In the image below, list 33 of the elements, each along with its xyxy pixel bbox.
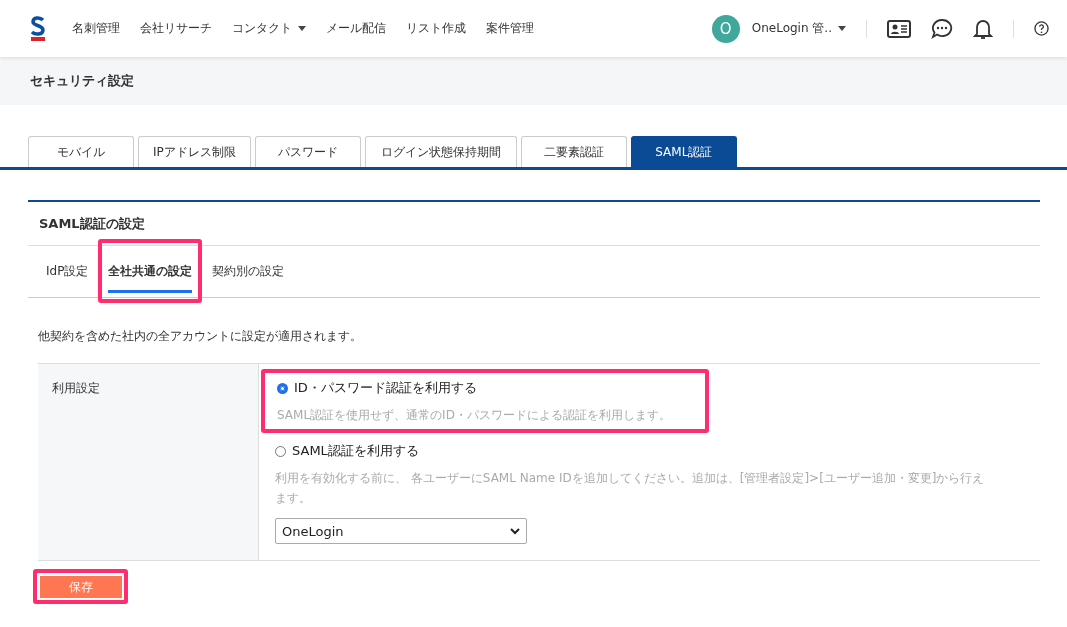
- contact-card-icon[interactable]: [887, 19, 911, 38]
- option-hint: 利用を有効化する前に、 各ユーザーにSAML Name IDを追加してください。追加は、[管理者設定]>[ユーザー追加・変更]から行えます。: [275, 470, 986, 507]
- nav-link[interactable]: 案件管理: [486, 20, 534, 37]
- caret-icon: [838, 26, 846, 31]
- setting-label: 利用設定: [52, 381, 100, 395]
- nav-link[interactable]: コンタクト: [232, 20, 306, 37]
- nav-link[interactable]: 名刺管理: [72, 20, 120, 37]
- section-title: SAML認証の設定: [28, 202, 1040, 246]
- nav-link[interactable]: リスト作成: [406, 20, 466, 37]
- page-title: セキュリティ設定: [30, 72, 134, 90]
- chat-icon[interactable]: [931, 17, 953, 40]
- nav-link[interactable]: 会社リサーチ: [140, 20, 212, 37]
- sub-tab[interactable]: 全社共通の設定: [108, 250, 193, 293]
- idp-select[interactable]: OneLogin: [275, 518, 527, 544]
- option-hint: SAML認証を使用せず、通常のID・パスワードによる認証を利用します。: [277, 407, 672, 424]
- logo-icon[interactable]: [30, 15, 46, 42]
- tab[interactable]: モバイル: [28, 136, 134, 167]
- sub-tab[interactable]: 契約別の設定: [212, 250, 285, 293]
- nav-link[interactable]: メール配信: [326, 20, 386, 37]
- tab[interactable]: IPアドレス制限: [138, 136, 251, 167]
- radio-button[interactable]: [277, 382, 288, 394]
- description-text: 他契約を含めた社内の全アカウントに設定が適用されます。: [38, 328, 363, 345]
- tab[interactable]: SAML認証: [630, 136, 737, 167]
- user-menu[interactable]: OneLogin 管..: [751, 20, 846, 37]
- option-label[interactable]: SAML認証を利用する: [292, 442, 419, 460]
- bell-icon[interactable]: [973, 17, 993, 40]
- tab[interactable]: 二要素認証: [520, 136, 627, 167]
- tab[interactable]: ログイン状態保持期間: [364, 136, 517, 167]
- sub-tab[interactable]: IdP設定: [46, 250, 89, 293]
- option-label[interactable]: ID・パスワード認証を利用する: [294, 379, 477, 397]
- chevron-down-icon: [510, 527, 520, 535]
- tab[interactable]: パスワード: [254, 136, 361, 167]
- help-icon[interactable]: [1034, 21, 1049, 36]
